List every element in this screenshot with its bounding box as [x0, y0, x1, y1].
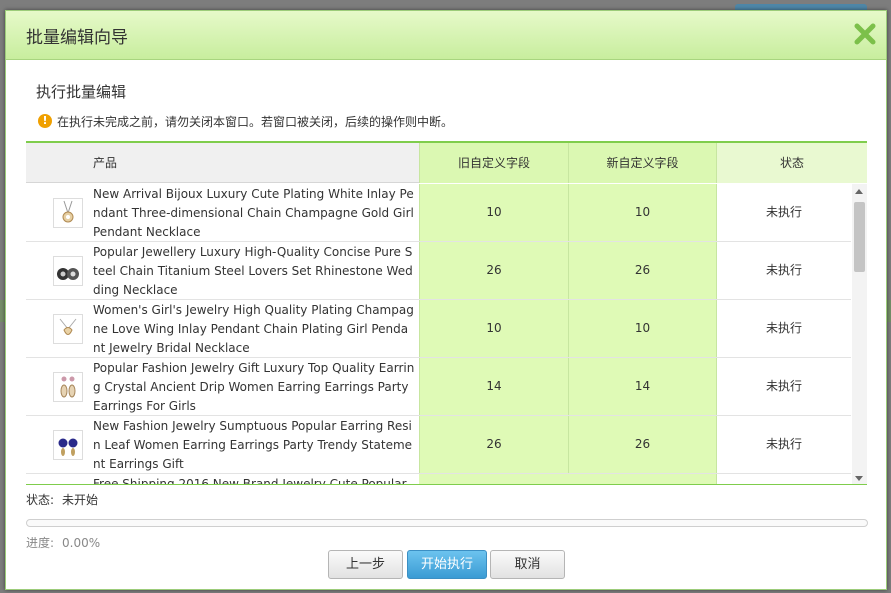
- table-row: Popular Jewellery Luxury High-Quality Co…: [26, 242, 851, 300]
- progress-bar: [26, 519, 868, 527]
- section-title: 执行批量编辑: [36, 83, 127, 101]
- column-header-product: 产品: [93, 156, 118, 170]
- new-field-value: 26: [568, 242, 716, 299]
- row-status: 未执行: [716, 242, 851, 299]
- row-status: 未执行: [716, 300, 851, 357]
- old-field-value: 10: [419, 184, 568, 241]
- couple-pendant-thumbnail: [53, 256, 83, 286]
- progress-label: 进度:: [26, 536, 55, 550]
- pendant-thumbnail: [53, 198, 83, 228]
- old-field-value: 10: [419, 300, 568, 357]
- row-status: 未执行: [716, 416, 851, 473]
- old-field-value: 14: [419, 358, 568, 415]
- product-name: Free Shipping 2016 New Brand Jewelry Cut…: [93, 477, 407, 485]
- product-name: New Fashion Jewelry Sumptuous Popular Ea…: [93, 419, 413, 471]
- scrollbar-thumb[interactable]: [854, 202, 865, 272]
- table-row: Women's Girl's Jewelry High Quality Plat…: [26, 300, 851, 358]
- product-name: Women's Girl's Jewelry High Quality Plat…: [93, 303, 414, 355]
- status-line: 状态: 未开始: [26, 491, 98, 508]
- status-label: 状态:: [26, 493, 55, 507]
- product-name: Popular Jewellery Luxury High-Quality Co…: [93, 245, 413, 297]
- blue-earring-thumbnail: [53, 430, 83, 460]
- earring-thumbnail: [53, 372, 83, 402]
- status-value: 未开始: [62, 493, 99, 507]
- table-scrollbar[interactable]: [852, 184, 867, 484]
- row-status: [716, 474, 851, 484]
- old-field-value: 26: [419, 416, 568, 473]
- scroll-down-arrow-icon[interactable]: [855, 476, 863, 481]
- start-execution-button[interactable]: 开始执行: [407, 550, 487, 579]
- table-row: New Arrival Bijoux Luxury Cute Plating W…: [26, 184, 851, 242]
- new-field-value: 14: [568, 358, 716, 415]
- table-row: Popular Fashion Jewelry Gift Luxury Top …: [26, 358, 851, 416]
- previous-step-button[interactable]: 上一步: [328, 550, 403, 579]
- column-header-new-field: 新自定义字段: [568, 143, 716, 183]
- pendant-thumbnail: [53, 314, 83, 344]
- product-name: New Arrival Bijoux Luxury Cute Plating W…: [93, 187, 414, 239]
- table-row: Free Shipping 2016 New Brand Jewelry Cut…: [26, 474, 851, 485]
- dialog-title: 批量编辑向导: [26, 28, 128, 48]
- table-header: 产品 旧自定义字段 新自定义字段 状态: [26, 143, 867, 183]
- warning-text: 在执行未完成之前，请勿关闭本窗口。若窗口被关闭，后续的操作则中断。: [57, 114, 454, 129]
- dialog-header: 批量编辑向导: [6, 11, 886, 60]
- column-header-old-field: 旧自定义字段: [419, 143, 568, 183]
- new-field-value: 26: [568, 416, 716, 473]
- row-status: 未执行: [716, 358, 851, 415]
- cancel-button[interactable]: 取消: [490, 550, 565, 579]
- row-status: 未执行: [716, 184, 851, 241]
- new-field-value: 10: [568, 300, 716, 357]
- batch-edit-wizard-dialog: 批量编辑向导 执行批量编辑 ! 在执行未完成之前，请勿关闭本窗口。若窗口被关闭，…: [5, 10, 887, 590]
- column-header-status: 状态: [716, 143, 867, 183]
- new-field-value: 10: [568, 184, 716, 241]
- progress-line: 进度: 0.00%: [26, 534, 100, 551]
- product-table: 产品 旧自定义字段 新自定义字段 状态 New Arrival Bijoux L…: [26, 141, 867, 485]
- old-field-value: 26: [419, 242, 568, 299]
- warning-icon: !: [38, 114, 52, 128]
- table-body: New Arrival Bijoux Luxury Cute Plating W…: [26, 184, 851, 485]
- progress-value: 0.00%: [62, 536, 101, 550]
- close-icon[interactable]: [852, 21, 878, 47]
- product-name: Popular Fashion Jewelry Gift Luxury Top …: [93, 361, 415, 413]
- table-row: New Fashion Jewelry Sumptuous Popular Ea…: [26, 416, 851, 474]
- scroll-up-arrow-icon[interactable]: [855, 189, 863, 194]
- warning-message: ! 在执行未完成之前，请勿关闭本窗口。若窗口被关闭，后续的操作则中断。: [38, 113, 453, 129]
